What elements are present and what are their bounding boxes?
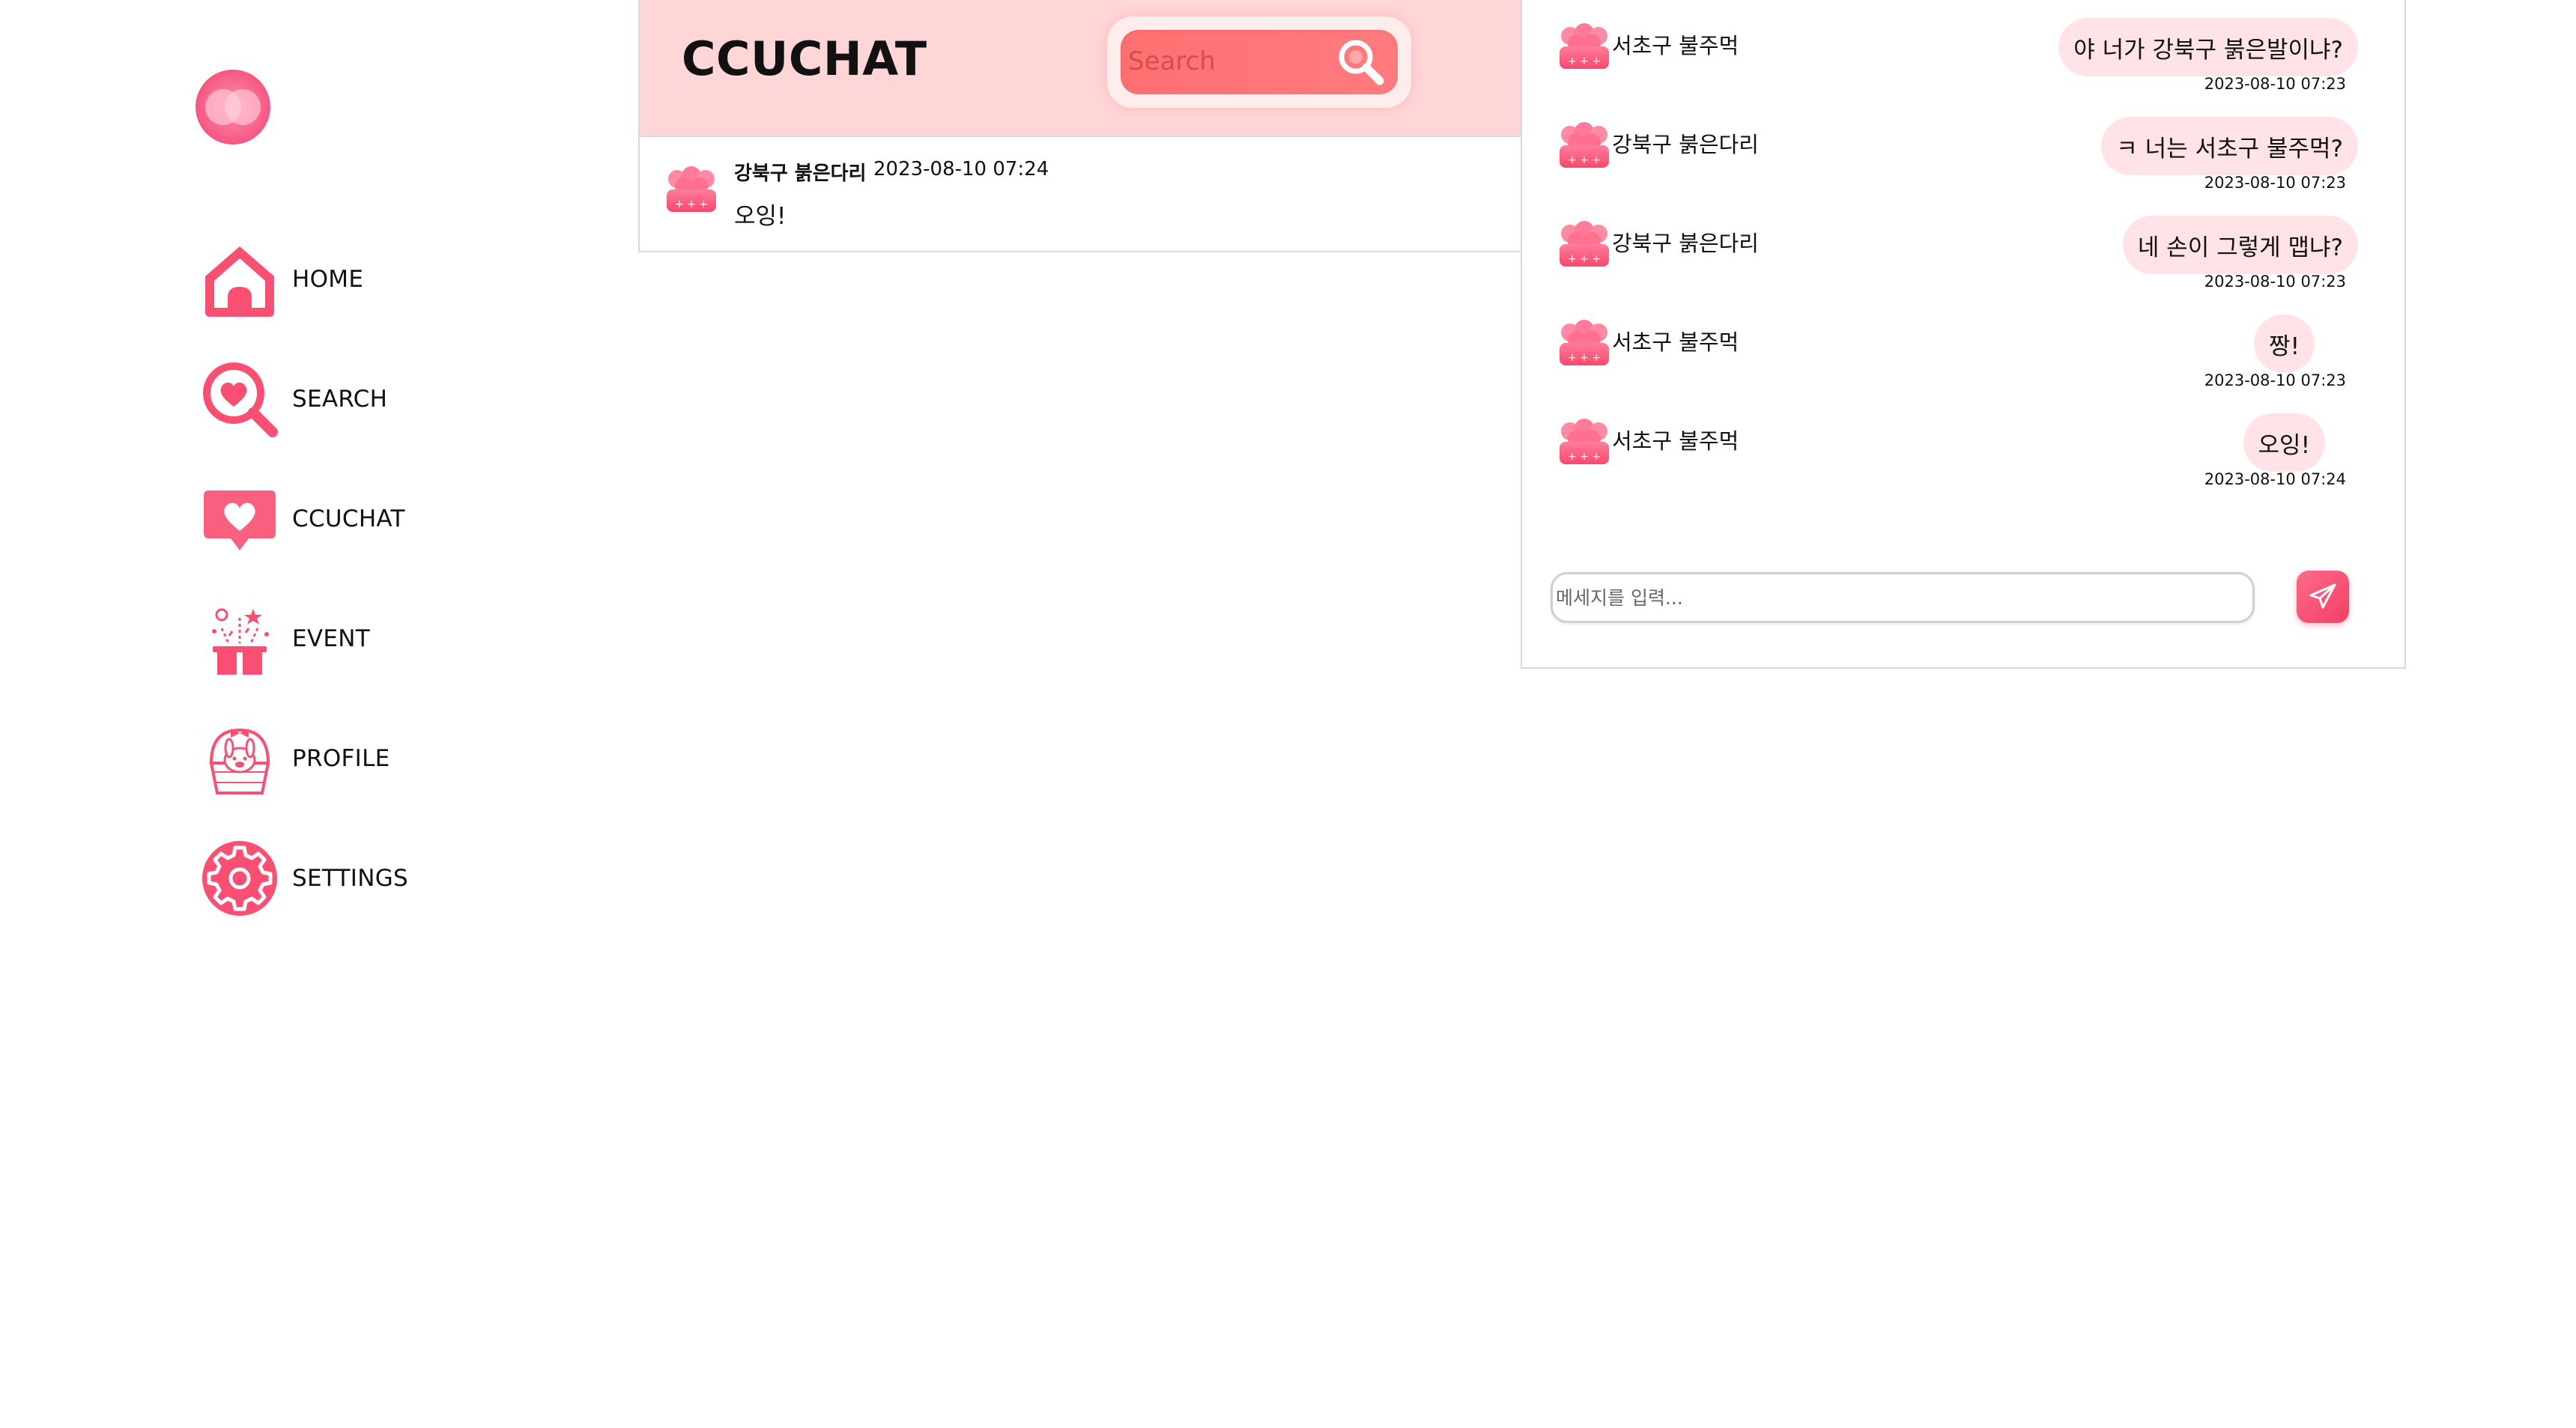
- message-sender: 강북구 붉은다리: [1612, 231, 1759, 256]
- sidebar-item-label: PROFILE: [292, 745, 390, 772]
- avatar: [1557, 316, 1612, 371]
- message-timestamp: 2023-08-10 07:23: [2204, 273, 2346, 291]
- avatar: [1557, 118, 1612, 174]
- page-title: CCUCHAT: [682, 31, 927, 86]
- feed-item[interactable]: 강북구 붉은다리 2023-08-10 07:24 오잉!: [640, 137, 1525, 251]
- sidebar-item-label: SETTINGS: [292, 865, 409, 892]
- feed-text: 오잉!: [734, 203, 787, 230]
- sidebar-item-settings[interactable]: SETTINGS: [199, 837, 408, 920]
- message-timestamp: 2023-08-10 07:23: [2204, 174, 2346, 192]
- bunny-basket-icon: [199, 718, 280, 799]
- search-bar: [1107, 16, 1411, 108]
- app-logo[interactable]: [193, 67, 273, 147]
- heart-chat-icon: [199, 478, 280, 559]
- home-icon: [199, 239, 280, 320]
- sidebar-item-label: SEARCH: [292, 386, 388, 413]
- gear-icon: [199, 838, 280, 919]
- sidebar-item-profile[interactable]: PROFILE: [199, 717, 390, 800]
- feed-author: 강북구 붉은다리: [734, 162, 867, 185]
- feed-header: CCUCHAT: [638, 0, 1527, 137]
- chat-message: 강북구 붉은다리 네 손이 그렇게 맵냐? 2023-08-10 07:23: [1522, 196, 2404, 295]
- app-logo-icon: [196, 70, 270, 145]
- message-bubble: ㅋ 너는 서초구 불주먹?: [2101, 117, 2358, 175]
- send-button[interactable]: [2297, 571, 2349, 623]
- message-timestamp: 2023-08-10 07:23: [2204, 75, 2346, 93]
- avatar: [1557, 217, 1612, 273]
- sidebar-item-ccuchat[interactable]: CCUCHAT: [199, 478, 405, 560]
- message-sender: 서초구 불주먹: [1612, 33, 1739, 58]
- search-field-container: [1121, 30, 1398, 94]
- message-bubble: 야 너가 강북구 붉은발이냐?: [2058, 18, 2358, 76]
- message-input[interactable]: [1551, 572, 2255, 623]
- sidebar-item-label: HOME: [292, 266, 364, 293]
- message-bubble: 네 손이 그렇게 맵냐?: [2122, 216, 2358, 274]
- sidebar-item-search[interactable]: SEARCH: [199, 358, 387, 440]
- search-input[interactable]: [1127, 37, 1329, 85]
- message-bubble: 오잉!: [2243, 413, 2325, 472]
- search-button[interactable]: [1333, 34, 1387, 88]
- message-sender: 강북구 붉은다리: [1612, 132, 1759, 157]
- message-sender: 서초구 불주먹: [1612, 329, 1739, 355]
- avatar: [664, 162, 719, 218]
- chat-message: 서초구 불주먹 야 너가 강북구 붉은발이냐? 2023-08-10 07:23: [1522, 0, 2404, 97]
- message-bubble: 짱!: [2254, 315, 2315, 373]
- chat-message: 서초구 불주먹 오잉! 2023-08-10 07:24: [1522, 394, 2404, 493]
- chat-message: 강북구 붉은다리 ㅋ 너는 서초구 불주먹? 2023-08-10 07:23: [1522, 97, 2404, 196]
- avatar: [1557, 415, 1612, 470]
- chat-panel: 서초구 불주먹 야 너가 강북구 붉은발이냐? 2023-08-10 07:23…: [1521, 0, 2406, 669]
- sidebar-item-event[interactable]: EVENT: [199, 598, 370, 680]
- feed-list: 강북구 붉은다리 2023-08-10 07:24 오잉!: [638, 137, 1527, 252]
- sidebar-item-home[interactable]: HOME: [199, 238, 363, 320]
- chat-message: 서초구 불주먹 짱! 2023-08-10 07:23: [1522, 295, 2404, 394]
- heart-search-icon: [199, 359, 280, 440]
- sidebar-item-label: CCUCHAT: [292, 505, 405, 532]
- paper-plane-icon: [2309, 583, 2336, 609]
- message-timestamp: 2023-08-10 07:24: [2204, 470, 2346, 488]
- message-sender: 서초구 불주먹: [1612, 428, 1739, 454]
- message-timestamp: 2023-08-10 07:23: [2204, 371, 2346, 389]
- sidebar-item-label: EVENT: [292, 625, 371, 652]
- search-icon: [1339, 40, 1384, 85]
- gift-icon: [199, 598, 280, 679]
- feed-timestamp: 2023-08-10 07:24: [873, 158, 1049, 180]
- avatar: [1557, 19, 1612, 75]
